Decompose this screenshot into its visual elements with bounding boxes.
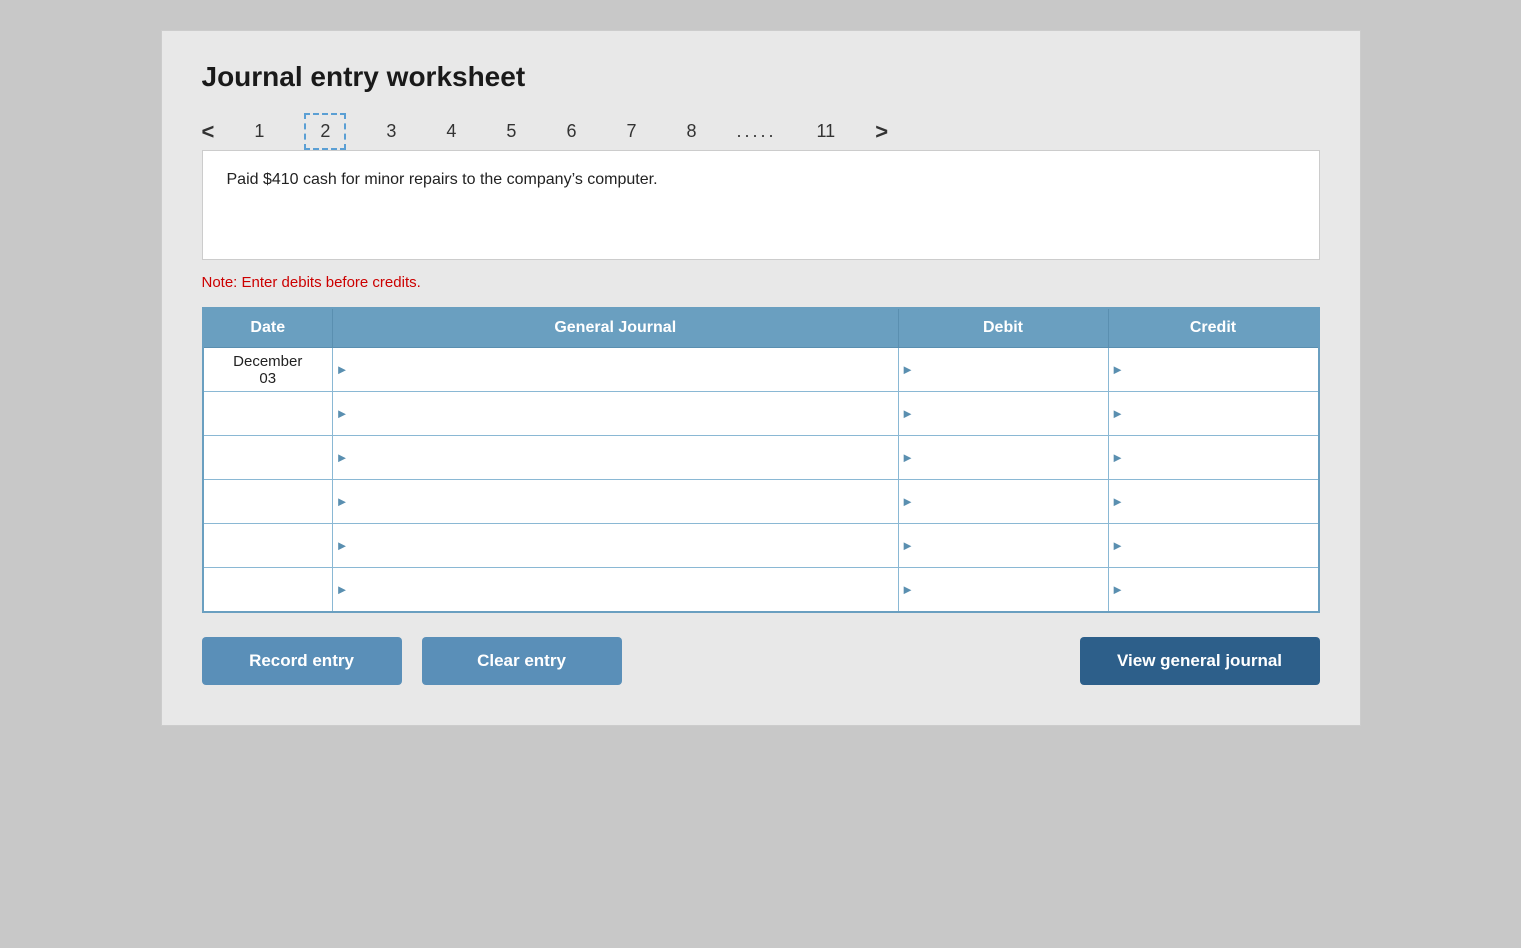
note-text: Note: Enter debits before credits. (202, 274, 1320, 291)
credit-input-6[interactable] (1125, 568, 1318, 611)
arrow-icon-c5: ► (1109, 524, 1125, 567)
journal-input-4[interactable] (349, 480, 898, 523)
credit-cell-1[interactable]: ► (1108, 348, 1319, 392)
debit-input-1[interactable] (915, 348, 1108, 391)
credit-cell-5[interactable]: ► (1108, 524, 1319, 568)
pagination-ellipsis: ..... (736, 121, 776, 142)
prev-arrow[interactable]: < (202, 119, 215, 145)
journal-table: Date General Journal Debit Credit Decemb… (202, 307, 1320, 613)
date-cell-2 (203, 392, 333, 436)
arrow-icon-j1: ► (333, 348, 349, 391)
credit-input-4[interactable] (1125, 480, 1318, 523)
debit-input-5[interactable] (915, 524, 1108, 567)
debit-cell-4[interactable]: ► (898, 480, 1108, 524)
credit-cell-3[interactable]: ► (1108, 436, 1319, 480)
clear-entry-button[interactable]: Clear entry (422, 637, 622, 685)
journal-input-1[interactable] (349, 348, 898, 391)
debit-input-3[interactable] (915, 436, 1108, 479)
debit-cell-1[interactable]: ► (898, 348, 1108, 392)
arrow-icon-d2: ► (899, 392, 915, 435)
col-header-journal: General Journal (333, 308, 899, 348)
main-container: Journal entry worksheet < 1 2 3 4 5 6 7 … (161, 30, 1361, 726)
credit-cell-2[interactable]: ► (1108, 392, 1319, 436)
view-general-journal-button[interactable]: View general journal (1080, 637, 1320, 685)
pagination-nav: < 1 2 3 4 5 6 7 8 ..... 11 > (202, 113, 1320, 150)
arrow-icon-j4: ► (333, 480, 349, 523)
table-row: December03 ► ► ► (203, 348, 1319, 392)
journal-cell-2[interactable]: ► (333, 392, 899, 436)
debit-cell-3[interactable]: ► (898, 436, 1108, 480)
arrow-icon-j2: ► (333, 392, 349, 435)
debit-cell-5[interactable]: ► (898, 524, 1108, 568)
debit-cell-6[interactable]: ► (898, 568, 1108, 612)
date-cell-3 (203, 436, 333, 480)
credit-input-1[interactable] (1125, 348, 1318, 391)
credit-input-2[interactable] (1125, 392, 1318, 435)
page-1[interactable]: 1 (244, 115, 274, 148)
description-box: Paid $410 cash for minor repairs to the … (202, 150, 1320, 260)
journal-cell-1[interactable]: ► (333, 348, 899, 392)
arrow-icon-c3: ► (1109, 436, 1125, 479)
journal-input-6[interactable] (349, 568, 898, 611)
arrow-icon-c4: ► (1109, 480, 1125, 523)
table-row: ► ► ► (203, 480, 1319, 524)
table-row: ► ► ► (203, 524, 1319, 568)
journal-input-3[interactable] (349, 436, 898, 479)
journal-input-2[interactable] (349, 392, 898, 435)
date-cell-6 (203, 568, 333, 612)
arrow-icon-c1: ► (1109, 348, 1125, 391)
arrow-icon-c6: ► (1109, 568, 1125, 611)
page-7[interactable]: 7 (616, 115, 646, 148)
date-cell-4 (203, 480, 333, 524)
arrow-icon-d6: ► (899, 568, 915, 611)
credit-cell-4[interactable]: ► (1108, 480, 1319, 524)
page-5[interactable]: 5 (496, 115, 526, 148)
arrow-icon-j5: ► (333, 524, 349, 567)
credit-input-5[interactable] (1125, 524, 1318, 567)
table-row: ► ► ► (203, 392, 1319, 436)
arrow-icon-d4: ► (899, 480, 915, 523)
next-arrow[interactable]: > (875, 119, 888, 145)
arrow-icon-j3: ► (333, 436, 349, 479)
record-entry-button[interactable]: Record entry (202, 637, 402, 685)
arrow-icon-d1: ► (899, 348, 915, 391)
arrow-icon-d5: ► (899, 524, 915, 567)
description-text: Paid $410 cash for minor repairs to the … (227, 171, 658, 188)
page-4[interactable]: 4 (436, 115, 466, 148)
journal-input-5[interactable] (349, 524, 898, 567)
debit-input-2[interactable] (915, 392, 1108, 435)
journal-cell-5[interactable]: ► (333, 524, 899, 568)
journal-cell-3[interactable]: ► (333, 436, 899, 480)
page-3[interactable]: 3 (376, 115, 406, 148)
page-2[interactable]: 2 (304, 113, 346, 150)
journal-cell-6[interactable]: ► (333, 568, 899, 612)
col-header-date: Date (203, 308, 333, 348)
date-cell-5 (203, 524, 333, 568)
buttons-row: Record entry Clear entry View general jo… (202, 637, 1320, 685)
arrow-icon-j6: ► (333, 568, 349, 611)
page-8[interactable]: 8 (676, 115, 706, 148)
page-11[interactable]: 11 (807, 115, 846, 148)
table-row: ► ► ► (203, 568, 1319, 612)
arrow-icon-c2: ► (1109, 392, 1125, 435)
page-title: Journal entry worksheet (202, 61, 1320, 93)
debit-input-4[interactable] (915, 480, 1108, 523)
credit-cell-6[interactable]: ► (1108, 568, 1319, 612)
date-cell-1: December03 (203, 348, 333, 392)
table-row: ► ► ► (203, 436, 1319, 480)
page-6[interactable]: 6 (556, 115, 586, 148)
debit-input-6[interactable] (915, 568, 1108, 611)
credit-input-3[interactable] (1125, 436, 1318, 479)
col-header-debit: Debit (898, 308, 1108, 348)
journal-cell-4[interactable]: ► (333, 480, 899, 524)
debit-cell-2[interactable]: ► (898, 392, 1108, 436)
arrow-icon-d3: ► (899, 436, 915, 479)
col-header-credit: Credit (1108, 308, 1319, 348)
